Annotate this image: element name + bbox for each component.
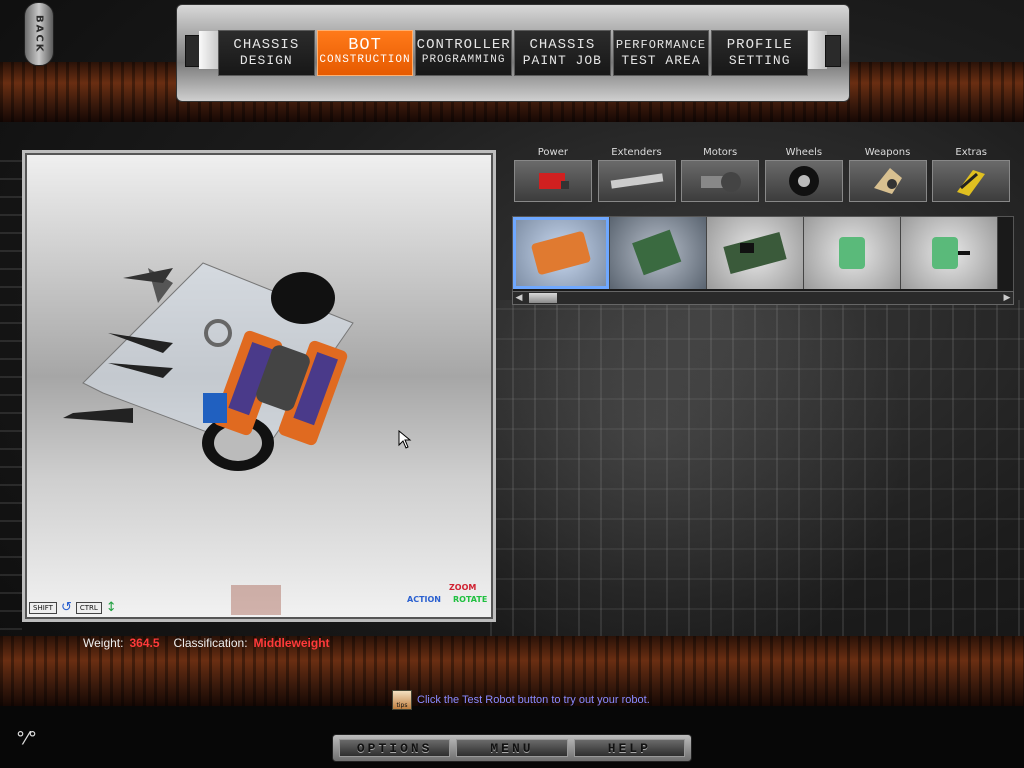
part-item[interactable] <box>610 217 707 289</box>
vertical-arrow-icon: ↕ <box>105 600 117 615</box>
green-receiver-icon <box>839 237 865 269</box>
tip-text: Click the Test Robot button to try out y… <box>417 694 650 706</box>
shift-key-icon: SHIFT <box>29 601 57 614</box>
robot-stats: Weight: 364.5 Classification: Middleweig… <box>83 636 338 650</box>
help-button[interactable]: HELP <box>573 739 685 757</box>
orange-speed-controller-icon <box>531 231 591 275</box>
rotate-arrow-icon: ↺ <box>60 600 72 615</box>
back-button[interactable]: BACK <box>24 2 54 66</box>
part-item[interactable] <box>707 217 804 289</box>
circuit-board-icon <box>723 231 787 275</box>
classification-label: Classification: <box>173 636 248 650</box>
part-item[interactable] <box>513 217 610 289</box>
game-logo-icon: °⁄° <box>16 728 38 749</box>
weight-label: Weight: <box>83 636 124 650</box>
zoom-rotate-legend: ZOOM ACTION ROTATE <box>407 583 488 604</box>
robot-model-image <box>63 262 354 471</box>
category-wheels[interactable]: Wheels <box>763 146 845 208</box>
circuit-texture-right <box>490 300 1024 640</box>
classification-value: Middleweight <box>253 636 330 650</box>
options-button[interactable]: OPTIONS <box>339 739 451 757</box>
category-extras[interactable]: Extras <box>930 146 1012 208</box>
scroll-right-icon[interactable]: ▶ <box>1001 292 1013 304</box>
category-power[interactable]: Power <box>512 146 594 208</box>
tip-bar: tips Click the Test Robot button to try … <box>392 690 650 710</box>
motor-icon[interactable] <box>681 160 760 202</box>
parts-scrollbar[interactable]: ◀ ▶ <box>512 291 1014 305</box>
menu-button[interactable]: MENU <box>456 739 568 757</box>
tips-icon: tips <box>392 690 412 710</box>
part-categories: Power Extenders Motors Wheels Weapons Ex… <box>512 146 1012 208</box>
part-item[interactable] <box>804 217 901 289</box>
tab-chassis-paint-job[interactable]: CHASSIS PAINT JOB <box>514 30 611 76</box>
green-receiver-antenna-icon <box>932 237 970 269</box>
tab-controller-programming[interactable]: CONTROLLER PROGRAMMING <box>415 30 513 76</box>
battery-icon[interactable] <box>513 160 592 202</box>
viewport-preview-thumb <box>231 585 281 615</box>
tab-performance-test-area[interactable]: PERFORMANCE TEST AREA <box>612 30 710 76</box>
category-weapons[interactable]: Weapons <box>847 146 929 208</box>
category-motors[interactable]: Motors <box>679 146 761 208</box>
green-circuit-board-icon <box>632 229 682 276</box>
bottom-button-bar: OPTIONS MENU HELP <box>332 734 692 762</box>
robot-3d-viewport[interactable]: SHIFT ↺ CTRL ↕ ZOOM ACTION ROTATE <box>22 150 496 622</box>
controls-hint: SHIFT ↺ CTRL ↕ <box>29 600 117 615</box>
category-extenders[interactable]: Extenders <box>596 146 678 208</box>
ctrl-key-icon: CTRL <box>75 601 102 614</box>
weight-value: 364.5 <box>129 636 160 650</box>
mouse-cursor-icon <box>398 430 412 449</box>
wheel-icon[interactable] <box>764 160 843 202</box>
tab-profile-setting[interactable]: PROFILE SETTING <box>711 30 809 76</box>
tab-bot-construction[interactable]: BOT CONSTRUCTION <box>316 30 414 76</box>
scroll-left-icon[interactable]: ◀ <box>513 292 525 304</box>
weapon-icon[interactable] <box>848 160 927 202</box>
tab-chassis-design[interactable]: CHASSIS DESIGN <box>218 30 315 76</box>
part-item[interactable] <box>901 217 998 289</box>
nav-tabs: CHASSIS DESIGN BOT CONSTRUCTION CONTROLL… <box>218 30 809 76</box>
circuit-texture-left <box>0 150 22 630</box>
extras-icon[interactable] <box>932 160 1011 202</box>
extender-bar-icon[interactable] <box>597 160 676 202</box>
scrollbar-thumb[interactable] <box>529 293 557 303</box>
back-label: BACK <box>33 14 45 54</box>
part-item-list <box>512 216 1014 292</box>
